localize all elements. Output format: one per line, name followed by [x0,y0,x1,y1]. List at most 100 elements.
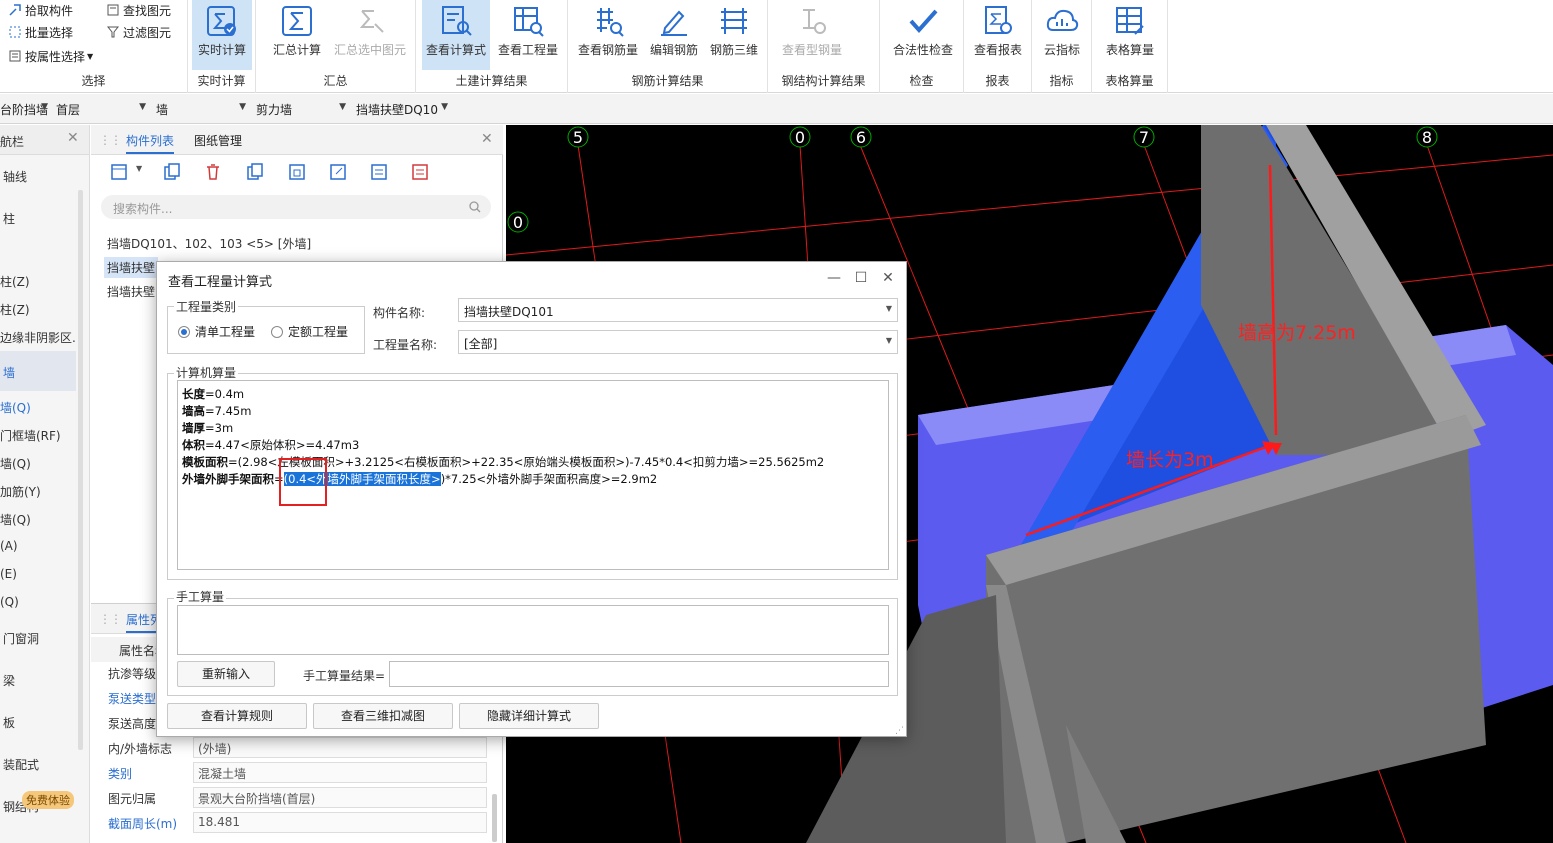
minimize-button[interactable]: — [823,268,845,288]
manual-formula-input[interactable] [177,605,889,655]
property-value[interactable]: (外墙) [193,737,487,758]
copy-floor-icon[interactable] [244,161,266,183]
table-calc-button[interactable]: 表格算量 [1098,0,1162,70]
delete-icon[interactable] [202,161,224,183]
element-subtype-combo[interactable]: 剪力墙 ▼ [256,98,348,120]
nav-item-column-z1[interactable]: 柱(Z) [0,273,30,290]
import-icon[interactable] [286,161,308,183]
find-element-button[interactable]: 查找图元 [106,0,171,20]
nav-item-q[interactable]: (Q) [0,595,19,609]
check-icon [909,9,938,34]
nav-item-column[interactable]: 柱 [3,210,15,227]
drag-handle-icon[interactable]: ⋮⋮ [99,133,122,147]
nav-item-column-z2[interactable]: 柱(Z) [0,301,30,318]
rebar-3d-button[interactable]: 钢筋三维 [704,0,764,70]
nav-item-e[interactable]: (E) [0,567,17,581]
floor-combo[interactable]: 首层 ▼ [56,98,148,120]
copy-icon[interactable] [161,161,183,183]
component-combo[interactable]: 挡墙扶壁DQ10 ▼ [356,98,450,120]
chevron-down-icon[interactable]: ▼ [136,164,142,173]
red-highlight-box [279,458,327,506]
pick-component-button[interactable]: 拾取构件 [8,0,73,20]
property-scrollbar[interactable] [492,794,497,842]
close-icon[interactable]: ✕ [67,130,79,146]
group-label-index: 指标 [1049,74,1074,88]
nav-item-door-frame-wall[interactable]: 门框墙(RF) [0,427,61,444]
list-quantity-radio[interactable]: 清单工程量 [178,323,255,340]
manual-result-field[interactable] [389,661,889,687]
resize-grip-icon[interactable]: ⋰ [895,726,904,736]
nav-item-prefab[interactable]: 装配式 [3,756,39,773]
group-label-summary: 汇总 [323,74,348,88]
tab-component-list[interactable]: 构件列表 [126,132,175,154]
export-icon[interactable] [327,161,349,183]
annotation-wall-length: 墙长为3m [1126,449,1214,471]
hide-detail-formula-button[interactable]: 隐藏详细计算式 [459,703,599,729]
view-rebar-button[interactable]: 查看钢筋量 [574,0,642,70]
nav-item-edge-zone[interactable]: 边缘非阴影区. [0,329,76,346]
nav-item-wall-q3[interactable]: 墙(Q) [0,511,31,528]
tab-drawing-manage[interactable]: 图纸管理 [194,132,242,149]
view-3d-deduction-button[interactable]: 查看三维扣减图 [313,703,453,729]
rebar-3d-icon [721,8,747,34]
nav-item-slab[interactable]: 板 [3,714,15,731]
realtime-calc-group: 实时计算 实时计算 [188,0,256,93]
property-value[interactable]: 18.481 [193,812,487,833]
component-name-select[interactable]: 挡墙扶壁DQ101 ▼ [458,298,898,322]
view-formula-button[interactable]: 查看计算式 [422,0,490,70]
nav-item-wall[interactable]: 墙 [3,364,15,381]
nav-scrollbar[interactable] [78,190,83,750]
attribute-icon[interactable] [409,161,431,183]
element-type-combo[interactable]: 墙 ▼ [156,98,248,120]
property-value[interactable]: 景观大台阶挡墙(首层) [193,787,487,808]
list-item-selected[interactable]: 挡墙扶壁 [104,257,159,278]
edit-pencil-icon [661,10,687,36]
group-label-check: 检查 [909,74,934,88]
list-item[interactable]: 挡墙DQ101、102、103 <5> [外墙] [107,235,311,252]
nav-item-beam[interactable]: 梁 [3,672,15,689]
filter-element-button[interactable]: 过滤图元 [106,22,171,42]
search-icon[interactable] [469,201,481,213]
quantity-category-label: 工程量类别 [174,298,239,315]
free-trial-badge[interactable]: 免费体验 [22,791,74,809]
view-quantity-button[interactable]: 查看工程量 [494,0,562,70]
reenter-button[interactable]: 重新输入 [177,661,275,687]
quantity-name-select[interactable]: [全部] ▼ [458,330,898,354]
summary-selected-button[interactable]: 汇总选中图元 [330,0,410,70]
view-steel-button[interactable]: 查看型钢量 [774,0,850,70]
ribbon-toolbar: 拾取构件 批量选择 按属性选择▼ 查找图元 过滤图元 选择 实时计算 实时计算 [0,0,1553,93]
project-combo[interactable]: 台阶挡墙 ▼ [0,98,50,120]
view-report-button[interactable]: 查看报表 [968,0,1028,70]
list-item[interactable]: 挡墙扶壁 [107,283,155,300]
table-row: 图元归属 景观大台阶挡墙(首层) [91,785,491,810]
batch-select-button[interactable]: 批量选择 [8,22,73,42]
edit-rebar-button[interactable]: 编辑钢筋 [644,0,704,70]
realtime-calc-button[interactable]: 实时计算 [192,0,252,70]
dialog-titlebar[interactable]: 查看工程量计算式 — ☐ ✕ [157,262,906,294]
radio-unselected-icon [271,325,283,338]
nav-item-axis[interactable]: 轴线 [3,168,27,185]
nav-item-reinforce[interactable]: 加筋(Y) [0,483,41,500]
nav-item-openings[interactable]: 门窗洞 [3,630,39,647]
cloud-index-button[interactable]: 云指标 [1034,0,1090,70]
nav-item-a[interactable]: (A) [0,539,18,553]
new-component-icon[interactable] [109,161,131,183]
quota-quantity-radio[interactable]: 定额工程量 [271,323,348,340]
filter-combo-bar: 台阶挡墙 ▼ 首层 ▼ 墙 ▼ 剪力墙 ▼ 挡墙扶壁DQ10 ▼ [0,94,1553,124]
view-rebar-icon [597,8,624,37]
select-by-attribute-button[interactable]: 按属性选择 ▼ [8,46,93,66]
nav-item-wall-q2[interactable]: 墙(Q) [0,455,31,472]
drag-handle-icon[interactable]: ⋮⋮ [99,612,122,626]
close-icon[interactable]: ✕ [481,131,493,147]
property-value[interactable]: 混凝土墙 [193,762,487,783]
nav-item-wall-q[interactable]: 墙(Q) [0,399,31,416]
axis-label-left: 0 [513,213,523,232]
close-button[interactable]: ✕ [877,268,899,288]
component-search-input[interactable]: 搜索构件... [101,195,491,219]
maximize-button[interactable]: ☐ [850,268,872,288]
view-calc-rules-button[interactable]: 查看计算规则 [167,703,307,729]
list-view-icon[interactable] [368,161,390,183]
summary-calc-button[interactable]: 汇总计算 [268,0,326,70]
group-label-table: 表格算量 [1105,74,1154,88]
legality-check-button[interactable]: 合法性检查 [886,0,960,70]
